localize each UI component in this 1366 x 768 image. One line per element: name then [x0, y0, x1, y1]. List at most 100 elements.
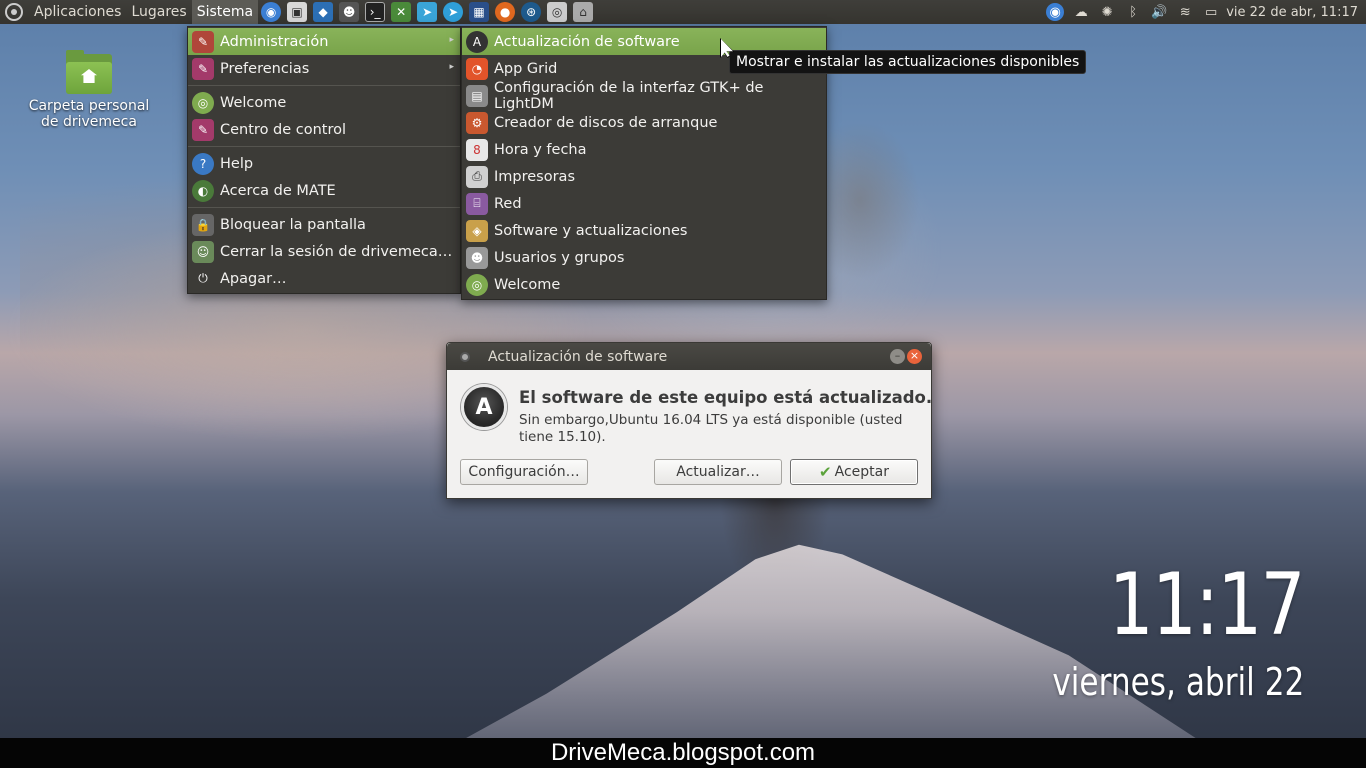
admin-item-hora-fecha[interactable]: 8 Hora y fecha — [462, 136, 826, 163]
accept-button-label: Aceptar — [834, 464, 889, 480]
admin-item-impresoras[interactable]: ⎙ Impresoras — [462, 163, 826, 190]
menu-item-label: Bloquear la pantalla — [220, 216, 366, 233]
disk-icon[interactable]: ◎ — [547, 2, 568, 22]
dialog-title: Actualización de software — [488, 348, 668, 365]
system-menu-item-bloquear[interactable]: 🔒 Bloquear la pantalla — [188, 211, 460, 238]
close-button[interactable]: × — [907, 349, 922, 364]
preferences-icon: ✎ — [192, 57, 214, 80]
system-menu-item-acerca-de-mate[interactable]: ◐ Acerca de MATE — [188, 177, 460, 204]
top-panel: Aplicaciones Lugares Sistema ◉ ▣ ◆ ☻ ›_ … — [0, 0, 1366, 24]
app-icon[interactable]: ☻ — [339, 2, 360, 22]
battery-icon[interactable]: ▭ — [1202, 3, 1220, 21]
software-updater-dialog: Actualización de software – × A El softw… — [446, 342, 932, 499]
checkmark-icon: ✔ — [819, 463, 832, 481]
menu-lugares[interactable]: Lugares — [126, 0, 191, 24]
network-icon[interactable]: ⌂ — [573, 2, 594, 22]
software-properties-icon: ◈ — [466, 219, 488, 242]
telegram-icon[interactable]: ➤ — [417, 2, 438, 22]
chromium-icon[interactable]: ◉ — [261, 2, 282, 22]
settings-button[interactable]: Configuración… — [460, 459, 588, 485]
terminal-icon[interactable]: ›_ — [365, 2, 386, 22]
help-icon: ? — [192, 152, 214, 175]
minimize-button[interactable]: – — [890, 349, 905, 364]
system-menu-item-apagar[interactable]: ⏻ Apagar… — [188, 265, 460, 292]
tooltip: Mostrar e instalar las actualizaciones d… — [729, 50, 1087, 74]
system-menu-item-welcome[interactable]: ◎ Welcome — [188, 89, 460, 116]
calculator-icon[interactable]: ▦ — [469, 2, 490, 22]
desktop-clock-time: 11:17 — [1108, 555, 1306, 655]
system-tray: ◉ ☁ ✺ ᛒ 🔊 ≋ ▭ vie 22 de abr, 11:17 — [1042, 0, 1366, 24]
system-menu: ✎ Administración ▸ ✎ Preferencias ▸ ◎ We… — [187, 26, 461, 294]
system-menu-item-administracion[interactable]: ✎ Administración ▸ — [188, 28, 460, 55]
system-menu-item-centro-de-control[interactable]: ✎ Centro de control — [188, 116, 460, 143]
calendar-icon: 8 — [466, 138, 488, 161]
mate-icon: ◐ — [192, 179, 214, 202]
menu-sistema[interactable]: Sistema — [191, 0, 259, 24]
cloud-icon[interactable]: ☁ — [1072, 3, 1090, 21]
menu-item-label: Creador de discos de arranque — [494, 114, 718, 131]
panel-clock[interactable]: vie 22 de abr, 11:17 — [1226, 5, 1358, 20]
menu-item-label: Impresoras — [494, 168, 575, 185]
menu-separator — [188, 85, 460, 86]
admin-icon: ✎ — [192, 30, 214, 53]
usb-creator-icon: ⚙ — [466, 111, 488, 134]
menu-item-label: App Grid — [494, 60, 558, 77]
dialog-message: Sin embargo,Ubuntu 16.04 LTS ya está dis… — [519, 412, 903, 445]
accept-button[interactable]: ✔ Aceptar — [790, 459, 918, 485]
bluetooth-icon[interactable]: ᛒ — [1124, 3, 1142, 21]
system-menu-item-help[interactable]: ? Help — [188, 150, 460, 177]
menu-item-label: Centro de control — [220, 121, 347, 138]
home-folder-icon — [66, 50, 112, 94]
menu-item-label: Red — [494, 195, 522, 212]
watermark-banner: DriveMeca.blogspot.com — [0, 738, 1366, 768]
chromium-tray-icon[interactable]: ◉ — [1046, 3, 1065, 21]
steam-icon[interactable]: ⊛ — [521, 2, 542, 22]
menu-item-label: Acerca de MATE — [220, 182, 336, 199]
home-folder-desktop-icon[interactable]: Carpeta personal de drivemeca — [24, 50, 154, 130]
brightness-icon[interactable]: ✺ — [1098, 3, 1116, 21]
home-folder-label: Carpeta personal de drivemeca — [28, 98, 150, 130]
update-button[interactable]: Actualizar… — [654, 459, 782, 485]
window-menu-icon[interactable] — [460, 351, 470, 362]
menu-item-label: Software y actualizaciones — [494, 222, 688, 239]
admin-item-red[interactable]: ⌸ Red — [462, 190, 826, 217]
admin-item-welcome[interactable]: ◎ Welcome — [462, 271, 826, 298]
menu-item-label: Preferencias — [220, 60, 310, 77]
menu-item-label: Administración — [220, 33, 329, 50]
submenu-arrow-icon: ▸ — [449, 62, 454, 72]
volume-icon[interactable]: 🔊 — [1150, 3, 1168, 21]
menu-separator — [188, 146, 460, 147]
menu-separator — [188, 207, 460, 208]
system-menu-item-cerrar-sesion[interactable]: ☺ Cerrar la sesión de drivemeca… — [188, 238, 460, 265]
submenu-arrow-icon: ▸ — [449, 35, 454, 45]
screenshot-icon[interactable]: ▣ — [287, 2, 308, 22]
menu-item-label: Apagar… — [220, 270, 287, 287]
app-grid-icon: ◔ — [466, 57, 488, 80]
menu-item-label: Hora y fecha — [494, 141, 587, 158]
telegram-desktop-icon[interactable]: ➤ — [443, 2, 464, 22]
virtualbox-icon[interactable]: ◆ — [313, 2, 334, 22]
admin-item-creador-discos[interactable]: ⚙ Creador de discos de arranque — [462, 109, 826, 136]
menu-item-label: Help — [220, 155, 254, 172]
ubuntu-logo-icon[interactable] — [5, 3, 23, 21]
menu-aplicaciones[interactable]: Aplicaciones — [29, 0, 126, 24]
admin-item-lightdm[interactable]: ▤ Configuración de la interfaz GTK+ de L… — [462, 80, 826, 112]
network-icon: ⌸ — [466, 192, 488, 215]
ubuntu-mate-icon: ◎ — [466, 273, 488, 296]
tools-icon[interactable]: ✕ — [391, 2, 412, 22]
lightdm-icon: ▤ — [466, 84, 488, 107]
software-updater-icon: A — [461, 384, 507, 430]
printer-icon: ⎙ — [466, 165, 488, 188]
admin-item-usuarios-grupos[interactable]: ☻ Usuarios y grupos — [462, 244, 826, 271]
ubuntu-mate-icon: ◎ — [192, 91, 214, 114]
logout-icon: ☺ — [192, 240, 214, 263]
system-menu-item-preferencias[interactable]: ✎ Preferencias ▸ — [188, 55, 460, 82]
admin-item-software-actualizaciones[interactable]: ◈ Software y actualizaciones — [462, 217, 826, 244]
firefox-icon[interactable]: ● — [495, 2, 516, 22]
menu-item-label: Welcome — [494, 276, 561, 293]
menu-item-label: Usuarios y grupos — [494, 249, 625, 266]
menu-item-label: Cerrar la sesión de drivemeca… — [220, 243, 453, 260]
dialog-titlebar[interactable]: Actualización de software – × — [447, 343, 931, 370]
lock-icon: 🔒 — [192, 213, 214, 236]
wifi-icon[interactable]: ≋ — [1176, 3, 1194, 21]
